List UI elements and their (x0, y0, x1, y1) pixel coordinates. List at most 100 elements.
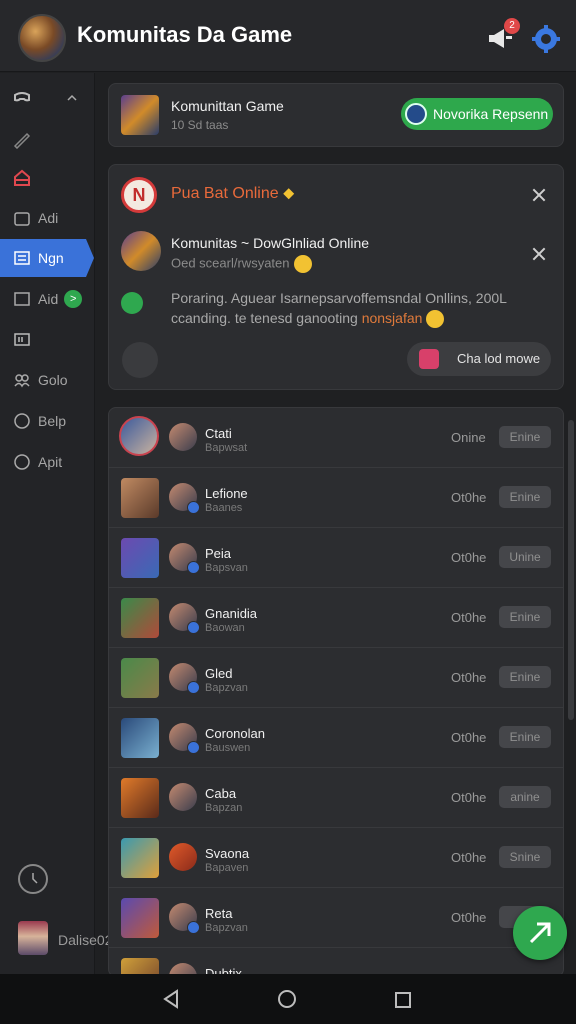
game-thumbnail (121, 718, 159, 758)
sidebar-item-label: Aid (38, 291, 59, 307)
entry-subtitle: Oed scearl/rwsyaten (171, 255, 312, 273)
avatar (169, 483, 200, 514)
community-title: Komunittan Game (171, 98, 284, 114)
sidebar-item-apit[interactable]: Apit (0, 443, 94, 481)
list-item[interactable]: Ctati Bapwsat Onine Enine (109, 408, 563, 468)
page-title: Komunitas Da Game (77, 22, 293, 47)
game-thumbnail (119, 416, 159, 456)
game-thumbnail (121, 898, 159, 938)
user-avatar[interactable] (18, 921, 48, 955)
scrollbar[interactable] (568, 420, 574, 720)
row-action-button[interactable]: Enine (499, 486, 551, 508)
close-icon[interactable] (532, 188, 546, 202)
row-status: Ot0he (451, 670, 487, 685)
row-status: Ot0he (451, 490, 487, 505)
box-icon (14, 292, 30, 306)
arrow-up-right-icon (529, 922, 551, 944)
pencil-icon (13, 132, 31, 149)
list-item[interactable]: Reta Bapzvan Ot0he (109, 888, 563, 948)
status-icon (121, 292, 143, 314)
sidebar-item-label: Ngn (38, 250, 64, 266)
row-sub: Bapzvan (205, 682, 248, 694)
list-item[interactable]: Caba Bapzan Ot0he anine (109, 768, 563, 828)
avatar (169, 903, 200, 934)
app-header: Komunitas Da Game 2 (0, 0, 576, 72)
sidebar-item-label: Golo (38, 372, 68, 388)
community-card: Komunittan Game 10 Sd taas Novorika Reps… (108, 83, 564, 147)
sidebar-item-grid[interactable] (0, 320, 94, 358)
row-sub: Bauswen (205, 742, 251, 754)
avatar (169, 843, 197, 871)
row-sub: Baowan (205, 622, 245, 634)
sidebar-item-golo[interactable]: Golo (0, 361, 94, 399)
row-status: Ot0he (451, 730, 487, 745)
gear-icon[interactable] (531, 24, 561, 54)
open-external-button[interactable] (513, 906, 567, 960)
entry-avatar (121, 231, 161, 271)
sidebar-item-label: Adi (38, 210, 59, 226)
game-thumbnail (121, 95, 159, 135)
row-action-button[interactable]: Enine (499, 426, 551, 448)
sidebar-item-controller[interactable] (0, 79, 94, 117)
row-status: Ot0he (451, 610, 487, 625)
sidebar: Adi Ngn Aid > Golo Belp Apit (0, 73, 95, 974)
emoji-icon (426, 310, 445, 329)
sidebar-item-label: Belp (38, 413, 67, 429)
online-card-title: Pua Bat Online ⬥ (171, 185, 295, 202)
row-sub: Bapzan (205, 802, 243, 814)
home-icon[interactable] (278, 990, 296, 1008)
chat-button[interactable]: Cha lod mowe (407, 342, 551, 376)
circle-icon (14, 413, 30, 429)
avatar (169, 783, 197, 811)
sidebar-item-ngn[interactable]: Ngn (0, 239, 94, 277)
row-sub: Bapsvan (205, 562, 248, 574)
folder-icon (14, 212, 30, 226)
avatar (169, 423, 197, 451)
row-action-button[interactable]: Snine (499, 846, 551, 868)
sidebar-item-aid[interactable]: Aid > (0, 280, 94, 318)
row-name: Gled (205, 666, 233, 681)
row-action-button[interactable]: anine (499, 786, 551, 808)
row-action-button[interactable]: Unine (499, 546, 551, 568)
row-action-button[interactable]: Enine (499, 726, 551, 748)
clock-icon[interactable] (18, 864, 48, 894)
online-card: N Pua Bat Online ⬥ Komunitas ~ DowGlnlia… (108, 164, 564, 390)
list-item[interactable]: Peia Bapsvan Ot0he Unine (109, 528, 563, 588)
list-item[interactable]: Lefione Baanes Ot0he Enine (109, 468, 563, 528)
sidebar-item-label: Apit (38, 454, 63, 470)
emoji-icon (293, 255, 312, 273)
join-button[interactable]: Novorika Repsenn (401, 98, 553, 130)
game-thumbnail (121, 538, 159, 578)
list-item[interactable]: Gled Bapzvan Ot0he Enine (109, 648, 563, 708)
list-item[interactable]: Coronolan Bauswen Ot0he Enine (109, 708, 563, 768)
discord-icon (405, 103, 427, 125)
sidebar-item-belp[interactable]: Belp (0, 402, 94, 440)
sidebar-item-inbox[interactable] (0, 159, 94, 197)
chevron-up-icon[interactable] (66, 92, 78, 104)
chat-button-label: Cha lod mowe (457, 351, 541, 366)
list-item[interactable]: Svaona Bapaven Ot0he Snine (109, 828, 563, 888)
list-item[interactable]: Dubtix (109, 948, 563, 976)
row-action-button[interactable]: Enine (499, 606, 551, 628)
menu-icon[interactable] (122, 342, 158, 378)
recent-apps-icon[interactable] (395, 992, 411, 1008)
body-line-2: ccanding. te tenesd ganooting nonsjafan (171, 310, 445, 329)
app-logo[interactable] (18, 14, 66, 62)
chat-icon (419, 349, 439, 369)
list-item[interactable]: Gnanidia Baowan Ot0he Enine (109, 588, 563, 648)
sidebar-item-edit[interactable] (0, 120, 94, 158)
entry-title: Komunitas ~ DowGlnliad Online (171, 235, 370, 251)
body-line-1: Poraring. Aguear Isarnepsarvoffemsndal O… (171, 290, 507, 306)
back-icon[interactable] (162, 989, 180, 1009)
row-name: Svaona (205, 846, 250, 861)
member-list: Ctati Bapwsat Onine Enine Lefione Baanes… (108, 407, 564, 977)
row-status: Ot0he (451, 550, 487, 565)
close-icon[interactable] (532, 247, 546, 261)
game-thumbnail (121, 838, 159, 878)
avatar (169, 723, 200, 754)
sidebar-item-adi[interactable]: Adi (0, 199, 94, 237)
grid-icon (14, 333, 30, 346)
game-thumbnail (121, 478, 159, 518)
row-action-button[interactable]: Enine (499, 666, 551, 688)
notification-badge: 2 (504, 18, 520, 34)
